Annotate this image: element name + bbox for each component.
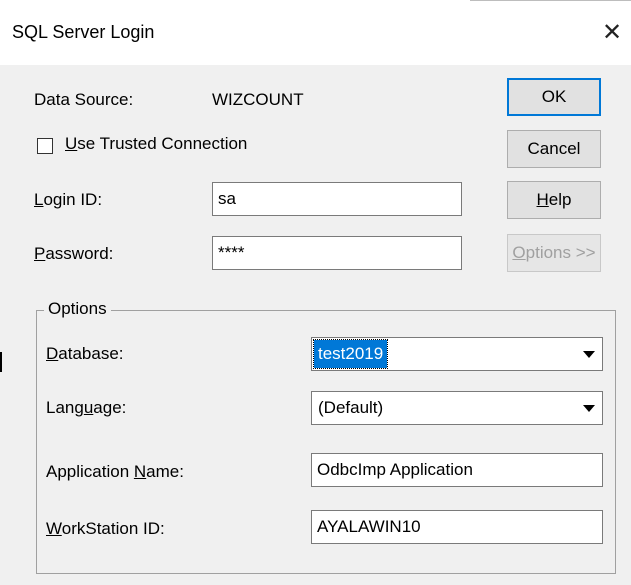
cancel-button[interactable]: Cancel — [507, 130, 601, 168]
trusted-connection-checkbox[interactable] — [37, 138, 53, 154]
data-source-label: Data Source: — [34, 90, 134, 109]
login-id-field[interactable]: sa — [212, 182, 462, 216]
language-label: Language: — [46, 398, 127, 417]
workstation-id-label: WorkStation ID: — [46, 519, 165, 538]
application-name-label: Application Name: — [46, 462, 184, 481]
trusted-connection-label[interactable]: Use Trusted Connection — [65, 134, 247, 154]
workstation-id-field[interactable]: AYALAWIN10 — [311, 510, 603, 544]
login-id-label: Login ID: — [34, 190, 103, 209]
language-select[interactable]: (Default) — [311, 391, 603, 425]
options-button[interactable]: Options >> — [507, 234, 601, 272]
password-label: Password: — [34, 244, 114, 263]
help-button[interactable]: Help — [507, 181, 601, 219]
chevron-down-icon[interactable] — [577, 339, 601, 369]
application-name-field[interactable]: OdbcImp Application — [311, 453, 603, 487]
ok-button[interactable]: OK — [507, 78, 601, 116]
window-title: SQL Server Login — [12, 22, 155, 42]
close-icon[interactable]: ✕ — [594, 14, 630, 52]
title-bar: SQL Server Login ✕ — [0, 0, 631, 65]
password-field[interactable]: **** — [212, 236, 462, 270]
database-selected-value: test2019 — [312, 339, 389, 369]
background-window-edge — [470, 0, 631, 7]
database-label: Database: — [46, 344, 124, 363]
background-window-edge-left — [0, 352, 2, 372]
options-group-title: Options — [44, 299, 111, 319]
data-source-value: WIZCOUNT — [212, 90, 304, 109]
language-selected-value: (Default) — [318, 398, 384, 417]
chevron-down-icon[interactable] — [577, 393, 601, 423]
database-select[interactable]: test2019 — [311, 337, 603, 371]
